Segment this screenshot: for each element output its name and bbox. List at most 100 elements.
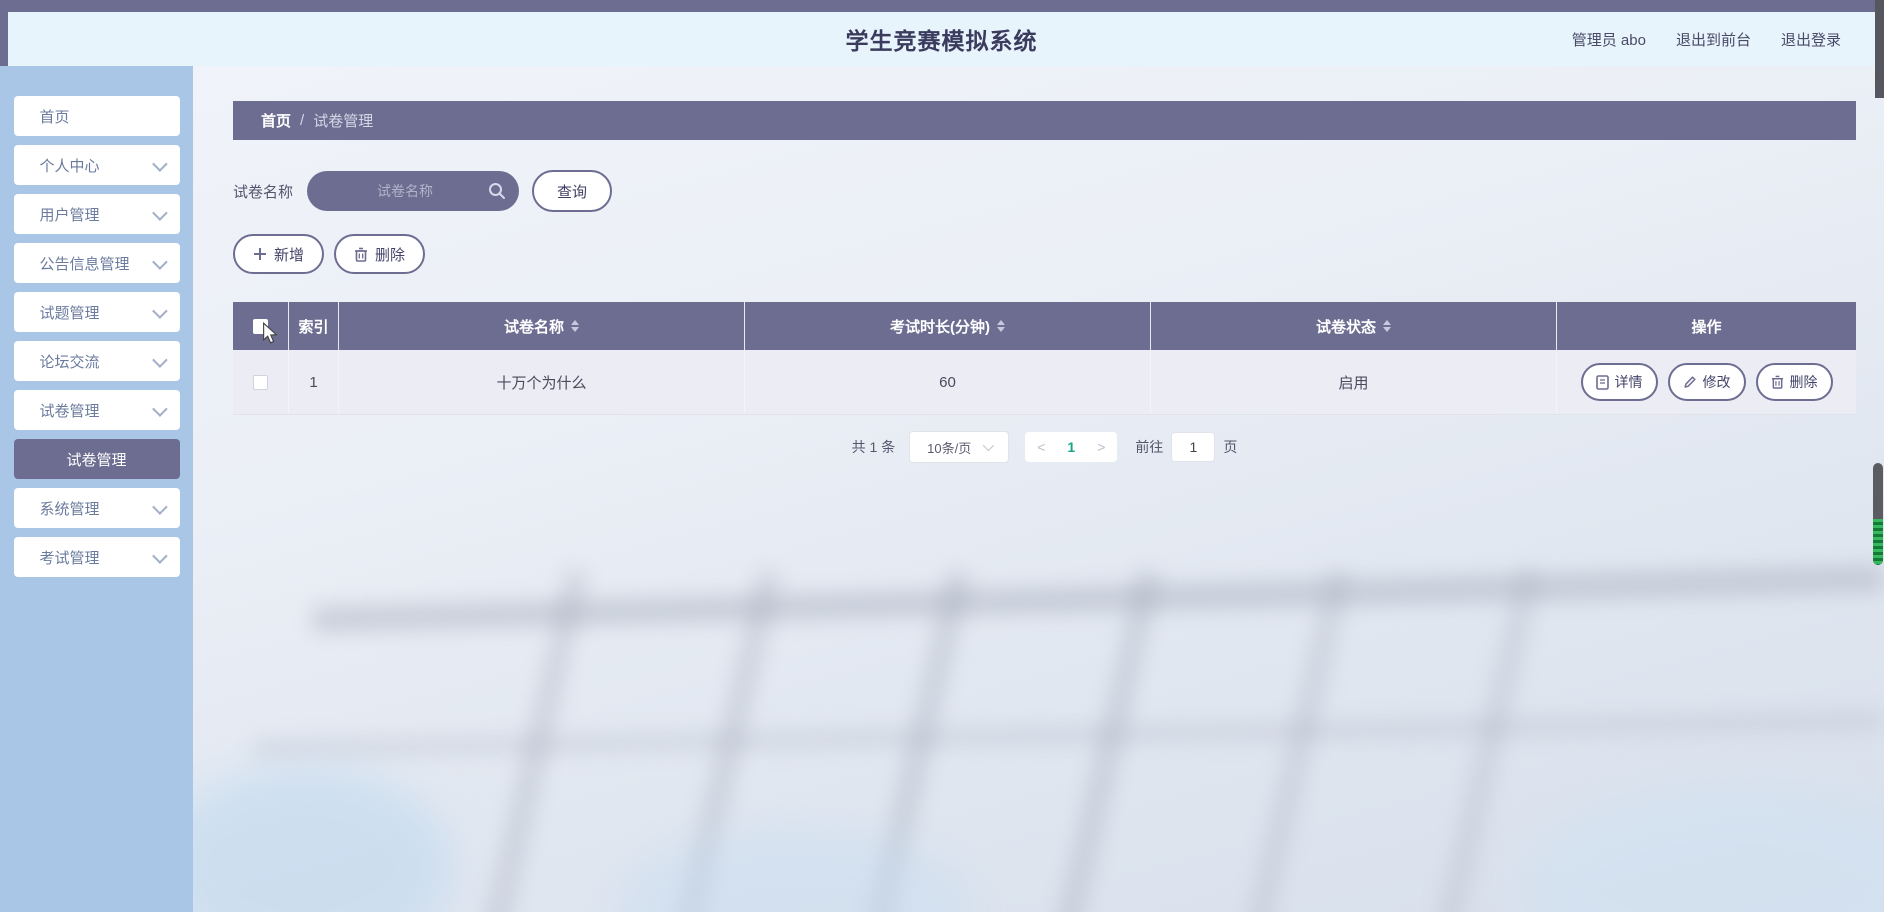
pager: < 1 > [1025, 432, 1118, 462]
table-row: 1 十万个为什么 60 启用 详情 修改 删除 [233, 350, 1856, 415]
bg-streak [668, 568, 782, 912]
sidebar: 首页 个人中心 用户管理 公告信息管理 试题管理 论坛交流 试卷管理 试卷管理 … [0, 66, 193, 912]
batch-delete-button-label: 删除 [375, 246, 406, 264]
page-unit-label: 页 [1223, 439, 1238, 455]
breadcrumb-home[interactable]: 首页 [261, 110, 291, 131]
header-duration-label: 考试时长(分钟) [890, 318, 990, 336]
sidebar-item-personal-center[interactable]: 个人中心 [13, 145, 180, 185]
header-select-all-cell [233, 302, 288, 350]
sidebar-item-question-management[interactable]: 试题管理 [13, 292, 180, 332]
sidebar-item-label: 系统管理 [39, 500, 100, 518]
trash-icon [354, 247, 368, 262]
header-status-label: 试卷状态 [1315, 318, 1376, 336]
detail-button-label: 详情 [1614, 374, 1643, 390]
header-paper-name[interactable]: 试卷名称 [338, 302, 744, 350]
sidebar-item-label: 用户管理 [39, 206, 100, 224]
add-button[interactable]: 新增 [233, 234, 325, 274]
document-icon [1595, 374, 1609, 390]
sidebar-item-exam-management[interactable]: 考试管理 [13, 537, 180, 577]
row-status-cell: 启用 [1150, 350, 1556, 414]
header-index-label: 索引 [298, 318, 329, 336]
sidebar-item-label: 个人中心 [39, 157, 100, 175]
header-duration[interactable]: 考试时长(分钟) [744, 302, 1150, 350]
bg-streak [1524, 786, 1884, 912]
breadcrumb-current: 试卷管理 [313, 113, 374, 130]
sidebar-item-label: 考试管理 [39, 549, 100, 567]
sidebar-item-home[interactable]: 首页 [13, 96, 180, 136]
search-row: 试卷名称 查询 [233, 170, 1856, 212]
sidebar-subitem-label: 试卷管理 [66, 451, 127, 469]
breadcrumb: 首页 / 试卷管理 [233, 101, 1856, 140]
sidebar-item-announcement-management[interactable]: 公告信息管理 [13, 243, 180, 283]
chevron-down-icon [982, 439, 995, 452]
header-actions: 操作 [1556, 302, 1856, 350]
goto-label: 前往 [1135, 439, 1164, 455]
row-select-cell [233, 350, 288, 414]
scroll-indicator-stripes [1873, 519, 1883, 565]
sidebar-item-system-management[interactable]: 系统管理 [13, 488, 180, 528]
edit-button-label: 修改 [1702, 374, 1731, 390]
screen: 学生竞赛模拟系统 管理员 abo 退出到前台 退出登录 首页 个人中心 用户管理… [0, 0, 1884, 912]
total-count-label: 共 1 条 [851, 439, 896, 455]
sidebar-item-label: 试卷管理 [39, 402, 100, 420]
detail-button[interactable]: 详情 [1580, 363, 1658, 401]
batch-delete-button[interactable]: 删除 [334, 234, 426, 274]
sidebar-item-label: 公告信息管理 [39, 255, 130, 273]
delete-button[interactable]: 删除 [1755, 363, 1833, 401]
header-status[interactable]: 试卷状态 [1150, 302, 1556, 350]
sort-caret-icon[interactable] [1383, 320, 1391, 332]
breadcrumb-separator: / [300, 112, 305, 129]
admin-user-label[interactable]: 管理员 abo [1572, 29, 1646, 50]
plus-icon [253, 247, 267, 261]
next-page-button[interactable]: > [1097, 439, 1105, 455]
scroll-indicator[interactable] [1873, 463, 1883, 565]
pagination: 共 1 条 10条/页 < 1 > 前往 页 [233, 431, 1856, 463]
header-actions-label: 操作 [1691, 318, 1722, 336]
header-paper-name-label: 试卷名称 [503, 318, 564, 336]
pen-icon [1683, 375, 1697, 389]
prev-page-button[interactable]: < [1037, 439, 1045, 455]
sidebar-item-label: 论坛交流 [39, 353, 100, 371]
bg-streak [1048, 568, 1162, 912]
sidebar-item-forum[interactable]: 论坛交流 [13, 341, 180, 381]
header-right: 管理员 abo 退出到前台 退出登录 [1572, 12, 1841, 66]
sidebar-item-label: 试题管理 [39, 304, 100, 322]
exit-to-front-link[interactable]: 退出到前台 [1676, 29, 1751, 50]
main-row: 首页 个人中心 用户管理 公告信息管理 试题管理 论坛交流 试卷管理 试卷管理 … [0, 66, 1884, 912]
chevron-down-icon [151, 302, 168, 319]
sort-caret-icon[interactable] [997, 320, 1005, 332]
sidebar-item-user-management[interactable]: 用户管理 [13, 194, 180, 234]
sidebar-item-paper-management[interactable]: 试卷管理 [13, 390, 180, 430]
bg-streak [312, 565, 1884, 633]
bg-streak [252, 711, 1884, 759]
row-checkbox[interactable] [253, 374, 268, 390]
query-button[interactable]: 查询 [532, 170, 613, 212]
current-page-button[interactable]: 1 [1067, 439, 1075, 455]
sort-caret-icon[interactable] [571, 320, 579, 332]
bg-streak [193, 766, 453, 912]
papers-table: 索引 试卷名称 考试时长(分钟) 试卷状态 操作 1 十万个为什么 60 启用 … [233, 302, 1856, 415]
bg-streak [1428, 568, 1542, 912]
sidebar-subitem-paper-management-active[interactable]: 试卷管理 [13, 439, 180, 479]
scrollbar-thumb[interactable] [1875, 0, 1884, 98]
trash-icon [1771, 375, 1784, 389]
table-header-row: 索引 试卷名称 考试时长(分钟) 试卷状态 操作 [233, 302, 1856, 350]
row-duration-cell: 60 [744, 350, 1150, 414]
edit-button[interactable]: 修改 [1667, 363, 1746, 401]
bg-streak [858, 568, 972, 912]
chevron-down-icon [151, 547, 168, 564]
bg-streak [480, 568, 590, 912]
chevron-down-icon [151, 400, 168, 417]
page-size-select[interactable]: 10条/页 [909, 431, 1010, 463]
chevron-down-icon [151, 351, 168, 368]
logout-link[interactable]: 退出登录 [1781, 29, 1841, 50]
search-label: 试卷名称 [233, 183, 294, 201]
search-icon [488, 182, 506, 204]
row-paper-name-cell: 十万个为什么 [338, 350, 744, 414]
chevron-down-icon [151, 155, 168, 172]
goto-page-input[interactable] [1171, 432, 1216, 462]
bg-streak [1238, 568, 1352, 912]
bg-streak [613, 826, 973, 912]
row-actions-cell: 详情 修改 删除 [1556, 350, 1856, 414]
chevron-down-icon [151, 253, 168, 270]
